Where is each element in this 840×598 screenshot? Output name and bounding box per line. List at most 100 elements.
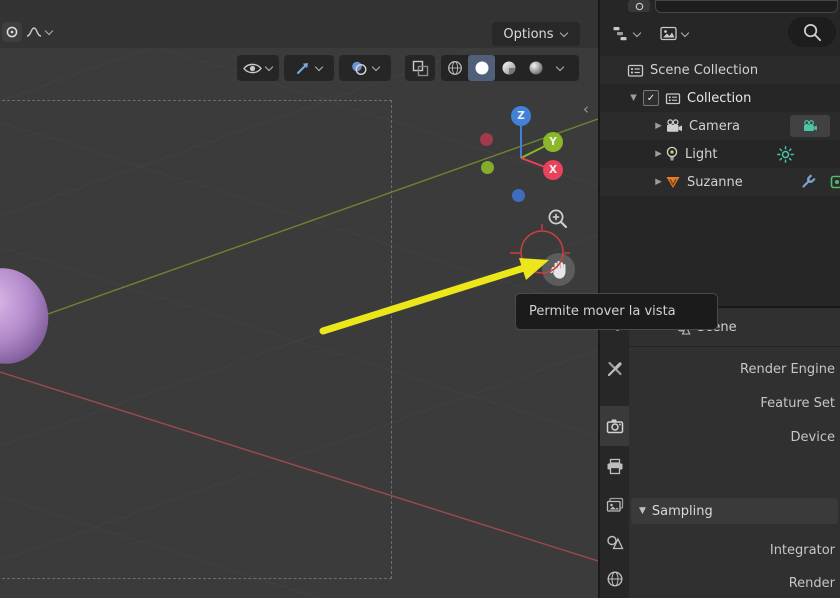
tab-view-layer-properties[interactable] <box>605 495 624 514</box>
integrator-label: Integrator <box>769 543 835 558</box>
modifier-badge[interactable] <box>800 174 816 194</box>
properties-content: Scene Render Engine Feature Set Device ▼… <box>629 308 840 598</box>
gizmo-z-axis-ball[interactable]: Z <box>511 106 531 126</box>
tab-tool-properties[interactable] <box>605 359 624 378</box>
tab-output-properties[interactable] <box>605 457 624 476</box>
light-data-badge[interactable] <box>777 146 794 167</box>
chevron-down-icon <box>632 29 642 39</box>
properties-editor: Scene Render Engine Feature Set Device ▼… <box>600 306 840 598</box>
outliner-filter-dropdown[interactable] <box>606 21 648 46</box>
outliner-label: Suzanne <box>687 174 743 190</box>
render-engine-label: Render Engine <box>740 362 835 377</box>
camera-frame-border <box>0 100 392 579</box>
outliner-search-button[interactable] <box>788 17 836 47</box>
shading-wireframe-button[interactable] <box>441 55 468 81</box>
gizmo-x-axis-ball[interactable]: X <box>543 160 563 180</box>
shading-options-dropdown[interactable] <box>549 55 571 81</box>
material-sphere-icon <box>502 61 515 75</box>
falloff-dropdown[interactable] <box>26 22 68 42</box>
camera-object-icon <box>665 119 683 133</box>
chevron-down-icon <box>371 63 381 73</box>
blender-window: Options ‹ Z Y X Scene Collection ▼ ✓ Col… <box>0 0 840 598</box>
camera-data-icon <box>804 120 817 131</box>
outliner-row-camera[interactable]: ▶ Camera <box>600 112 840 140</box>
rendered-sphere-icon <box>529 61 542 75</box>
render-camera-icon <box>606 419 623 434</box>
active-tool-button[interactable] <box>2 22 22 42</box>
chevron-down-icon <box>555 63 565 73</box>
wireframe-sphere-icon <box>447 61 462 75</box>
disclosure-right-icon[interactable]: ▶ <box>652 149 665 159</box>
outliner-row-light[interactable]: ▶ Light <box>600 140 840 168</box>
collection-checkbox[interactable]: ✓ <box>643 90 659 106</box>
annotation-circle <box>510 224 570 274</box>
disclosure-down-icon[interactable]: ▼ <box>627 93 640 103</box>
chevron-down-icon <box>44 27 54 37</box>
gizmos-dropdown[interactable] <box>284 55 334 81</box>
divider <box>629 346 840 347</box>
mesh-object-icon <box>665 175 681 189</box>
overlays-icon <box>351 61 367 76</box>
solid-sphere-icon <box>475 61 488 75</box>
outliner-row-scene-collection[interactable]: Scene Collection <box>600 56 840 84</box>
disclosure-right-icon[interactable]: ▶ <box>652 121 665 131</box>
gizmo-negative-y-ball[interactable] <box>481 161 494 174</box>
wrench-icon <box>802 174 816 188</box>
eye-icon <box>242 63 262 73</box>
navigation-gizmo[interactable]: Z Y X <box>470 100 580 210</box>
tab-render-properties-active[interactable] <box>600 406 629 446</box>
outliner-label: Collection <box>687 90 752 106</box>
image-icon <box>660 26 677 41</box>
3d-viewport[interactable]: Options ‹ Z Y X <box>0 0 598 598</box>
shading-solid-button[interactable] <box>468 55 495 81</box>
render-label: Render <box>788 576 835 591</box>
topbar-partial-button[interactable] <box>628 0 650 12</box>
tweak-tool-icon <box>6 26 18 38</box>
chevron-down-icon <box>680 29 690 39</box>
xray-icon <box>412 60 428 76</box>
tab-world-properties[interactable] <box>605 569 624 588</box>
outliner-label: Scene Collection <box>650 62 759 78</box>
options-button[interactable]: Options <box>492 22 580 46</box>
xray-toggle[interactable] <box>405 55 435 81</box>
gizmo-z-label: Z <box>517 110 525 122</box>
shading-material-button[interactable] <box>495 55 522 81</box>
gizmo-negative-z-ball[interactable] <box>512 189 525 202</box>
sidebar-toggle-arrow[interactable]: ‹ <box>583 100 589 118</box>
tooltip: Permite mover la vista <box>515 293 718 330</box>
search-icon <box>803 23 821 41</box>
sampling-panel-header[interactable]: ▼ Sampling <box>631 498 838 524</box>
mesh-data-badge[interactable] <box>830 175 840 193</box>
outliner-row-suzanne[interactable]: ▶ Suzanne <box>600 168 840 196</box>
gizmo-y-label: Y <box>549 136 557 148</box>
collection-icon <box>665 91 681 105</box>
tooltip-text: Permite mover la vista <box>529 304 676 319</box>
properties-tab-strip <box>600 308 629 598</box>
sun-icon <box>777 146 794 163</box>
chevron-down-icon <box>559 29 569 39</box>
gizmo-y-axis-ball[interactable]: Y <box>543 132 563 152</box>
outliner-label: Camera <box>689 118 741 134</box>
topbar-partial-field[interactable] <box>655 0 838 13</box>
suzanne-mesh[interactable] <box>0 266 56 366</box>
chevron-down-icon <box>264 63 274 73</box>
viewport-header: Options <box>0 0 598 48</box>
disclosure-down-icon: ▼ <box>639 506 646 516</box>
scene-collection-icon <box>627 63 644 78</box>
shading-mode-group <box>441 55 579 81</box>
outliner-row-collection[interactable]: ▼ ✓ Collection <box>600 84 840 112</box>
tab-scene-properties[interactable] <box>605 533 624 552</box>
gizmo-arrow-icon <box>296 63 308 74</box>
sampling-label: Sampling <box>651 503 713 519</box>
camera-data-badge[interactable] <box>790 115 830 137</box>
visibility-dropdown[interactable] <box>237 55 279 81</box>
chevron-down-icon <box>314 63 324 73</box>
gizmo-negative-x-ball[interactable] <box>480 133 493 146</box>
outliner-display-mode-dropdown[interactable] <box>654 21 696 46</box>
overlays-dropdown[interactable] <box>339 55 391 81</box>
device-label: Device <box>790 430 835 445</box>
feature-set-label: Feature Set <box>760 396 835 411</box>
falloff-curve-icon <box>26 27 42 37</box>
disclosure-right-icon[interactable]: ▶ <box>652 177 665 187</box>
shading-rendered-button[interactable] <box>522 55 549 81</box>
